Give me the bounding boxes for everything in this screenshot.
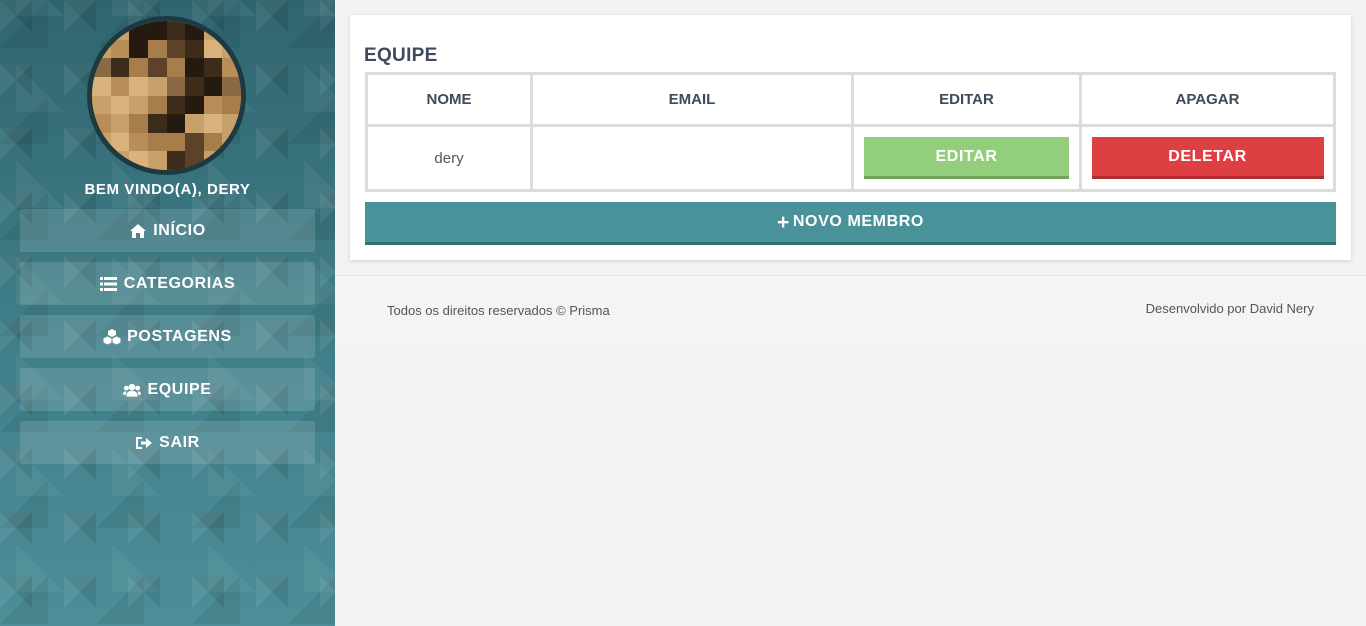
delete-member-button[interactable]: DELETAR (1091, 137, 1324, 179)
sidebar: BEM VINDO(A), DERY INÍCIO CATEGORIAS POS… (0, 0, 335, 626)
avatar (87, 16, 246, 175)
table-header-row: NOME EMAIL EDITAR APAGAR (365, 72, 1336, 127)
welcome-message: BEM VINDO(A), DERY (84, 181, 251, 198)
new-member-label: NOVO MEMBRO (792, 213, 924, 230)
delete-cell: DELETAR (1079, 124, 1336, 192)
sidebar-item-inicio[interactable]: INÍCIO (20, 209, 315, 252)
member-name-cell: dery (365, 124, 533, 192)
cubes-icon (103, 328, 121, 345)
users-icon (123, 382, 142, 398)
developer-credit: Desenvolvido por David Nery (1145, 301, 1314, 316)
list-icon (100, 276, 118, 292)
edit-cell: EDITAR (851, 124, 1082, 192)
team-panel: EQUIPE NOME EMAIL EDITAR APAGAR dery EDI… (350, 15, 1351, 260)
sidebar-item-sair[interactable]: SAIR (20, 421, 315, 464)
new-member-button[interactable]: + NOVO MEMBRO (365, 202, 1336, 245)
sidebar-item-label: CATEGORIAS (123, 274, 236, 292)
plus-icon: + (777, 210, 790, 234)
sidebar-item-label: EQUIPE (147, 380, 212, 398)
column-header-editar: EDITAR (851, 72, 1082, 127)
sidebar-item-label: SAIR (159, 433, 200, 451)
member-email-cell (530, 124, 854, 192)
table-row: dery EDITAR DELETAR (365, 124, 1336, 192)
sidebar-item-categorias[interactable]: CATEGORIAS (20, 262, 315, 305)
footer: Todos os direitos reservados © Prisma De… (335, 276, 1366, 346)
team-table: NOME EMAIL EDITAR APAGAR dery EDITAR DEL… (365, 72, 1336, 192)
page-title: EQUIPE (364, 45, 438, 66)
sidebar-item-label: POSTAGENS (127, 327, 232, 345)
sidebar-item-equipe[interactable]: EQUIPE (20, 368, 315, 411)
column-header-nome: NOME (365, 72, 533, 127)
column-header-email: EMAIL (530, 72, 854, 127)
copyright-text: Todos os direitos reservados © Prisma (387, 303, 610, 318)
column-header-apagar: APAGAR (1079, 72, 1336, 127)
sidebar-item-label: INÍCIO (153, 221, 206, 239)
sidebar-item-postagens[interactable]: POSTAGENS (20, 315, 315, 358)
edit-member-button[interactable]: EDITAR (864, 137, 1069, 179)
sidebar-nav: INÍCIO CATEGORIAS POSTAGENS EQUIPE SAIR (20, 209, 315, 474)
home-icon (129, 223, 147, 239)
sign-out-icon (135, 435, 153, 451)
